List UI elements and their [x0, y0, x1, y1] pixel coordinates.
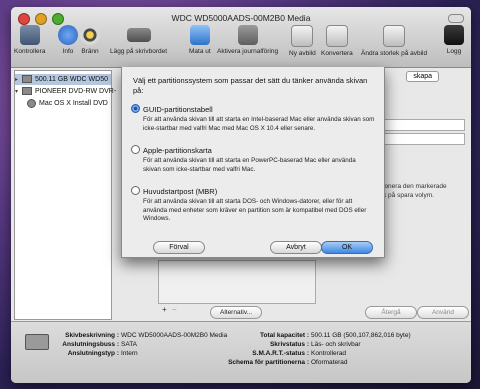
radio-unselected-icon[interactable] [131, 145, 140, 154]
eject-icon [189, 25, 210, 45]
journaling-icon [237, 25, 258, 45]
add-partition-button[interactable]: + [162, 305, 167, 314]
volume-scheme-map[interactable] [158, 260, 316, 304]
toolbar-label: Aktivera journalföring [217, 48, 279, 55]
option-description: För att använda skivan till att starta e… [143, 157, 356, 173]
info-label: Skivbeskrivning : [65, 332, 119, 339]
info-value: Intern [121, 350, 138, 357]
toolbar-item-info[interactable]: Info [58, 25, 78, 55]
toolbar-label: Mata ut [189, 48, 211, 55]
info-value: 500.11 GB (500,107,862,016 byte) [311, 332, 411, 339]
default-button[interactable]: Förval [153, 241, 205, 254]
sheet-prompt: Välj ett partitionssystem som passar det… [133, 76, 368, 95]
ok-button[interactable]: OK [321, 241, 373, 254]
info-label: Total kapacitet : [259, 332, 309, 339]
toolbar-item-burn[interactable]: Bränn [80, 25, 100, 55]
toolbar-item-journaling[interactable]: Aktivera journalföring [217, 25, 278, 55]
help-text-2: k på spara volym. [383, 192, 434, 199]
info-icon [58, 25, 78, 45]
info-label: Anslutningstyp : [67, 350, 119, 357]
sidebar-item-disk[interactable]: ▸ 500.11 GB WDC WD50 [15, 74, 111, 85]
revert-button[interactable]: Återgå [365, 306, 417, 319]
disclosure-triangle-icon[interactable]: ▾ [15, 87, 22, 98]
resize-image-icon [383, 25, 406, 47]
hard-disk-icon [22, 75, 32, 84]
optical-drive-icon [22, 87, 32, 96]
toolbar-item-new-image[interactable]: Ny avbild [289, 25, 316, 57]
log-icon [444, 25, 464, 45]
option-description: För att använda skivan till att starta D… [143, 198, 367, 222]
toolbar-label: Bränn [81, 48, 99, 55]
info-label: Anslutningsbuss : [62, 341, 119, 348]
disclosure-triangle-icon[interactable]: ▸ [15, 75, 22, 86]
toolbar-item-eject[interactable]: Mata ut [189, 25, 211, 55]
new-image-icon [291, 25, 314, 47]
burn-icon [80, 25, 100, 45]
sidebar-item-dvd-drive[interactable]: ▾ PIONEER DVD-RW DVR- [15, 86, 116, 97]
hard-disk-icon [25, 334, 49, 350]
cancel-button[interactable]: Avbryt [270, 241, 322, 254]
toolbar-label: Kontrollera [14, 48, 46, 55]
sidebar-item-label: PIONEER DVD-RW DVR- [35, 88, 117, 95]
toolbar-item-verify[interactable]: Kontrollera [14, 25, 45, 55]
help-text-1: ionera den markerade [383, 183, 447, 190]
sidebar-item-install-dvd[interactable]: Mac OS X Install DVD [27, 98, 108, 109]
toolbar: Kontrollera Info Bränn Lägg på skrivbord… [11, 23, 471, 67]
toolbar-item-resize-image[interactable]: Ändra storlek på avbild [361, 25, 427, 57]
radio-selected-icon[interactable] [131, 104, 140, 113]
option-title: GUID-partitionstabell [143, 105, 213, 114]
options-button[interactable]: Alternativ... [210, 306, 262, 319]
info-value: Läs- och skrivbar [311, 341, 361, 348]
partition-scheme-sheet: Välj ett partitionssystem som passar det… [121, 67, 385, 258]
toolbar-item-convert[interactable]: Konvertera [321, 25, 353, 57]
radio-unselected-icon[interactable] [131, 186, 140, 195]
titlebar: WDC WD5000AADS-00M2B0 Media Kontrollera … [11, 7, 471, 68]
mount-icon [126, 28, 151, 42]
disk-sidebar: ▸ 500.11 GB WDC WD50 ▾ PIONEER DVD-RW DVR-… [14, 70, 116, 320]
toolbar-label: Ändra storlek på avbild [361, 50, 428, 57]
option-description: För att använda skivan till att starta e… [143, 116, 375, 132]
toolbar-label: Konvertera [321, 50, 353, 57]
microscope-icon [19, 25, 40, 45]
info-value: Oformaterad [311, 359, 348, 366]
option-apple-partition-map[interactable]: Apple-partitionskarta [131, 145, 212, 155]
option-title: Huvudstartpost (MBR) [143, 187, 218, 196]
info-value: Kontrollerad [311, 350, 347, 357]
sidebar-item-label: Mac OS X Install DVD [39, 100, 108, 107]
convert-icon [325, 25, 348, 47]
info-label: Schema för partitionerna : [228, 359, 309, 366]
toolbar-label: Logg [446, 48, 462, 55]
toolbar-label: Ny avbild [289, 50, 316, 57]
option-guid[interactable]: GUID-partitionstabell [131, 104, 213, 114]
dvd-icon [27, 98, 36, 108]
sidebar-item-label: 500.11 GB WDC WD50 [35, 76, 109, 83]
info-label: Skrivstatus : [269, 341, 309, 348]
window-title: WDC WD5000AADS-00M2B0 Media [171, 13, 311, 23]
disk-info-bar: Skivbeskrivning : WDC WD5000AADS-00M2B0 … [11, 321, 471, 383]
option-title: Apple-partitionskarta [143, 146, 212, 155]
option-mbr[interactable]: Huvudstartpost (MBR) [131, 186, 217, 196]
toolbar-label: Info [62, 48, 74, 55]
toolbar-item-log[interactable]: Logg [444, 25, 464, 55]
toolbar-label: Lägg på skrivbordet [110, 48, 168, 55]
apply-button[interactable]: Använd [417, 306, 469, 319]
remove-partition-button[interactable]: − [172, 305, 177, 314]
info-label: S.M.A.R.T.-status : [252, 350, 309, 357]
info-value: SATA [121, 341, 138, 348]
tab-partition[interactable]: skapa [406, 71, 439, 82]
disk-utility-window: WDC WD5000AADS-00M2B0 Media Kontrollera … [11, 7, 471, 383]
toolbar-item-mount[interactable]: Lägg på skrivbordet [110, 25, 167, 55]
